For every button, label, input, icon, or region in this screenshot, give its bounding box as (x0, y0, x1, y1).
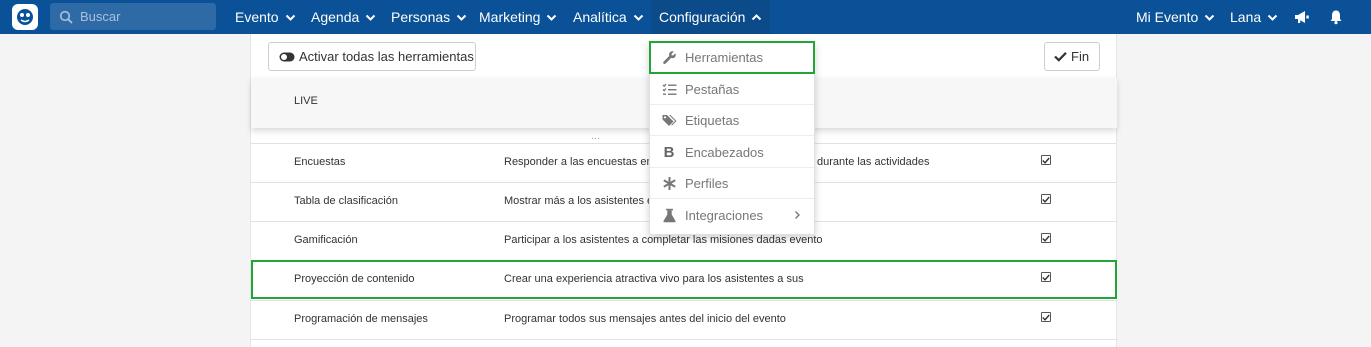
chevron-down-icon (366, 14, 376, 21)
tool-name: Programación de mensajes (294, 313, 428, 325)
notifications-button[interactable] (1326, 0, 1346, 34)
obscured-text: ... (591, 130, 601, 142)
menu-item-integraciones[interactable]: Integraciones (650, 200, 814, 231)
checkmark-icon (1054, 52, 1067, 62)
search-box[interactable] (50, 3, 216, 30)
menu-item-label: Encabezados (685, 144, 764, 160)
chevron-up-icon (752, 13, 762, 20)
app-logo[interactable] (12, 4, 38, 30)
megaphone-icon (1295, 11, 1309, 23)
nav-user[interactable]: Lana (1230, 0, 1278, 34)
menu-item-label: Pestañas (685, 81, 740, 97)
menu-item-label: Integraciones (685, 208, 764, 223)
tool-name: Tabla de clasificación (294, 195, 398, 207)
nav-analitica[interactable]: Analítica (573, 0, 644, 34)
check-icon (1042, 157, 1050, 164)
search-icon (59, 10, 73, 24)
menu-item-pestanas[interactable]: Pestañas (650, 74, 814, 105)
nav-mi-evento[interactable]: Mi Evento (1136, 0, 1215, 34)
tool-name: Encuestas (294, 156, 346, 168)
chevron-down-icon (633, 14, 643, 21)
toggle-icon (279, 52, 295, 61)
tool-checkbox[interactable] (1041, 272, 1051, 282)
bold-icon: B (663, 143, 675, 161)
nav-analitica-label: Analítica (573, 9, 627, 25)
nav-marketing[interactable]: Marketing (479, 0, 557, 34)
nav-evento-label: Evento (235, 9, 279, 25)
chevron-right-icon (794, 208, 802, 220)
menu-item-etiquetas[interactable]: Etiquetas (650, 105, 814, 136)
menu-item-perfiles[interactable]: Perfiles (650, 168, 814, 199)
nav-configuracion[interactable]: Configuración (651, 0, 771, 34)
announcements-button[interactable] (1291, 0, 1313, 34)
done-button[interactable]: Fin (1044, 42, 1100, 71)
nav-user-label: Lana (1230, 9, 1262, 25)
tool-description: Participar a los asistentes a completar … (504, 234, 823, 246)
menu-item-label: Etiquetas (685, 112, 740, 128)
tool-description: Crear una experiencia atractiva vivo par… (504, 273, 804, 285)
menu-item-label: Herramientas (685, 49, 764, 65)
chevron-down-icon (456, 14, 467, 21)
flask-icon (660, 208, 678, 224)
tags-icon (660, 112, 678, 128)
tool-description: Mostrar más a los asistentes en (504, 195, 660, 207)
tool-checkbox[interactable] (1041, 155, 1051, 165)
chevron-down-icon (285, 14, 295, 21)
check-icon (1042, 196, 1050, 203)
check-icon (1042, 235, 1050, 242)
nav-personas[interactable]: Personas (391, 0, 467, 34)
top-navigation-bar: Evento Agenda Personas Marketing Analíti… (0, 0, 1371, 34)
nav-evento[interactable]: Evento (235, 0, 296, 34)
chevron-down-icon (547, 14, 557, 21)
done-label: Fin (1071, 49, 1090, 64)
chevron-down-icon (1205, 14, 1215, 21)
nav-configuracion-label: Configuración (659, 9, 746, 25)
tool-checkbox[interactable] (1041, 312, 1051, 322)
tool-checkbox[interactable] (1041, 233, 1051, 243)
tool-name: Proyección de contenido (294, 273, 415, 285)
search-input[interactable] (80, 9, 210, 24)
bell-icon (1330, 10, 1342, 25)
nav-agenda-label: Agenda (311, 9, 360, 25)
nav-personas-label: Personas (391, 9, 451, 25)
table-row: Programación de mensajes Programar todos… (251, 300, 1117, 339)
nav-mi-evento-label: Mi Evento (1136, 9, 1199, 25)
section-title: LIVE (294, 95, 318, 107)
activate-all-tools-button[interactable]: Activar todas las herramientas (268, 42, 476, 71)
tool-description-tail: durante las actividades (817, 156, 930, 168)
table-row-highlighted: Proyección de contenido Crear una experi… (251, 260, 1117, 299)
menu-item-herramientas[interactable]: Herramientas (649, 41, 815, 74)
tool-checkbox[interactable] (1041, 194, 1051, 204)
nav-agenda[interactable]: Agenda (311, 0, 376, 34)
wrench-icon (660, 49, 678, 65)
activate-all-tools-label: Activar todas las herramientas (299, 49, 474, 64)
check-icon (1042, 314, 1050, 321)
logo-icon (17, 9, 33, 25)
configuration-dropdown-menu: Herramientas Pestañas Etiquetas B Encabe… (649, 41, 815, 235)
menu-item-label: Perfiles (685, 175, 729, 191)
table-row-partial (251, 339, 1117, 347)
nav-marketing-label: Marketing (479, 9, 541, 25)
asterisk-icon (660, 175, 678, 191)
tool-name: Gamificación (294, 234, 358, 246)
checklist-icon (660, 81, 678, 97)
check-icon (1042, 274, 1050, 281)
tool-description: Responder a las encuestas en v (504, 156, 662, 168)
chevron-down-icon (1267, 14, 1278, 21)
menu-item-encabezados[interactable]: B Encabezados (650, 137, 814, 168)
tool-description: Programar todos sus mensajes antes del i… (504, 313, 786, 325)
